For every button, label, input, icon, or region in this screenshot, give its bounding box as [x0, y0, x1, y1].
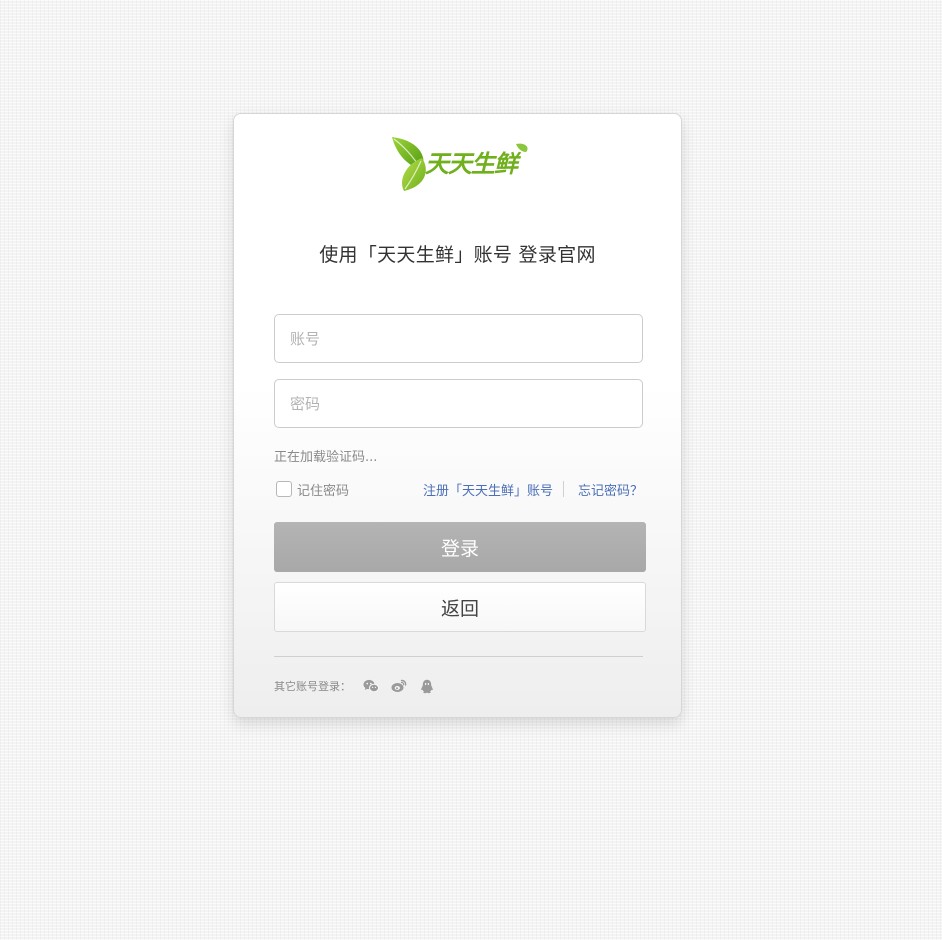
account-links: 注册「天天生鲜」账号 忘记密码？ [423, 479, 643, 499]
remember-checkbox[interactable] [276, 481, 292, 497]
qq-icon[interactable] [419, 678, 435, 694]
back-button[interactable]: 返回 [274, 582, 646, 632]
weibo-icon[interactable] [391, 678, 407, 694]
other-login-label: 其它账号登录： [274, 680, 351, 693]
logo-text: 天天生鲜 [425, 150, 522, 178]
brand-logo: 天天生鲜 [388, 134, 530, 194]
login-button[interactable]: 登录 [274, 522, 646, 572]
register-link[interactable]: 注册「天天生鲜」账号 [423, 480, 553, 499]
password-input[interactable] [274, 379, 643, 428]
other-login: 其它账号登录： [274, 678, 435, 694]
account-input[interactable] [274, 314, 643, 363]
login-card: 天天生鲜 使用「天天生鲜」账号 登录官网 正在加载验证码... 记住密码 注册「… [233, 113, 682, 718]
page-title: 使用「天天生鲜」账号 登录官网 [319, 244, 596, 266]
divider-line [274, 656, 643, 657]
remember-label: 记住密码 [297, 483, 350, 499]
forgot-password-link[interactable]: 忘记密码？ [578, 480, 643, 499]
link-divider [562, 481, 564, 497]
captcha-status: 正在加载验证码... [274, 450, 378, 465]
remember-password[interactable]: 记住密码 [276, 479, 349, 499]
wechat-icon[interactable] [363, 678, 379, 694]
